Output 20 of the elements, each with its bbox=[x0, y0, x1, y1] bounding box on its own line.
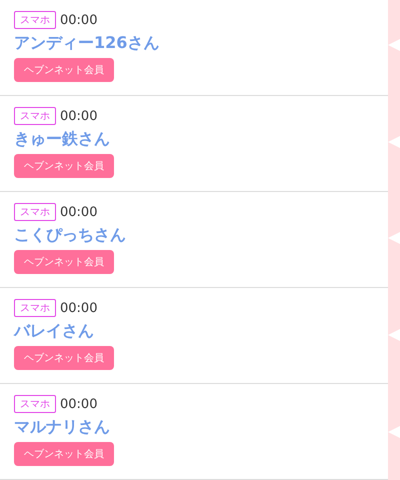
device-tag: スマホ bbox=[14, 299, 56, 317]
member-badge: ヘブンネット会員 bbox=[14, 58, 114, 82]
user-name: マルナリさん bbox=[14, 417, 110, 438]
time-text: 00:00 bbox=[60, 12, 98, 28]
user-name: きゅー鉄さん bbox=[14, 129, 110, 150]
time-text: 00:00 bbox=[60, 396, 98, 412]
member-badge: ヘブンネット会員 bbox=[14, 154, 114, 178]
device-tag: スマホ bbox=[14, 107, 56, 125]
time-text: 00:00 bbox=[60, 204, 98, 220]
user-name: バレイさん bbox=[14, 321, 94, 342]
member-badge: ヘブンネット会員 bbox=[14, 442, 114, 466]
user-name: こくぴっちさん bbox=[14, 225, 126, 246]
time-text: 00:00 bbox=[60, 300, 98, 316]
time-text: 00:00 bbox=[60, 108, 98, 124]
member-badge: ヘブンネット会員 bbox=[14, 346, 114, 370]
device-tag: スマホ bbox=[14, 395, 56, 413]
member-badge: ヘブンネット会員 bbox=[14, 250, 114, 274]
device-tag: スマホ bbox=[14, 11, 56, 29]
device-tag: スマホ bbox=[14, 203, 56, 221]
user-name: アンディー126さん bbox=[14, 33, 160, 54]
